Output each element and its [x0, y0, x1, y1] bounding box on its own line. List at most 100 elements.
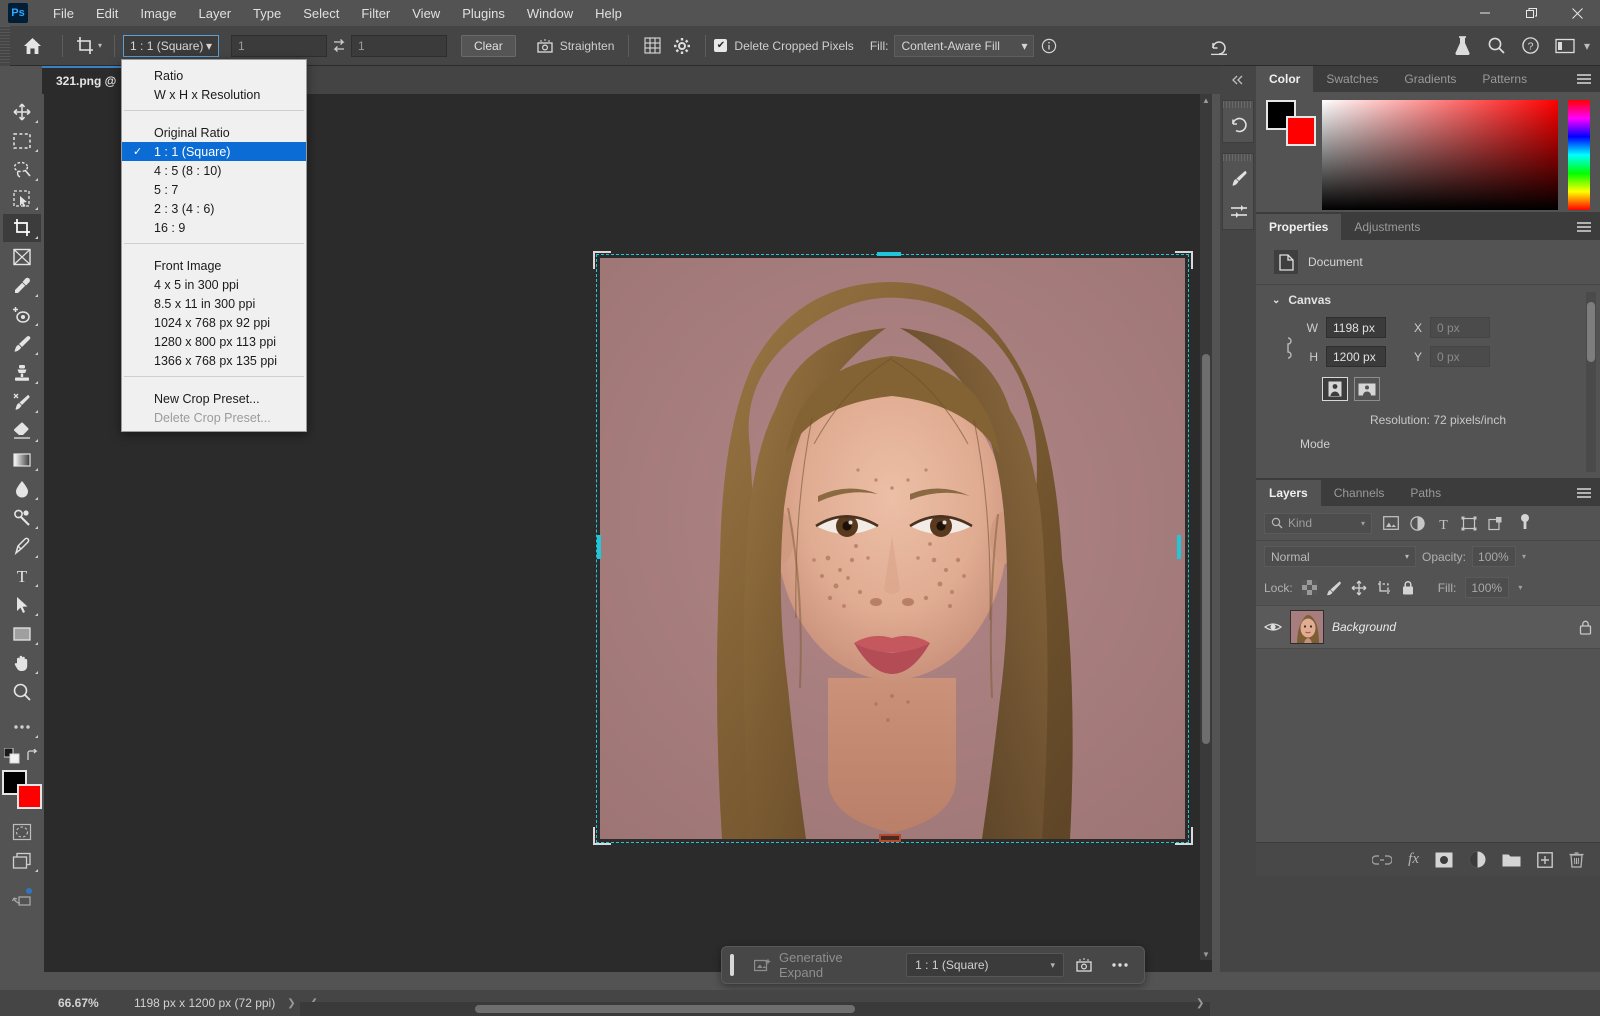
layer-filter-kind-select[interactable]: Kind ▾	[1264, 512, 1372, 534]
tool-flyout-indicator[interactable]	[35, 555, 38, 558]
menu-edit[interactable]: Edit	[85, 2, 129, 25]
tool-flyout-indicator[interactable]	[35, 671, 38, 674]
menu-window[interactable]: Window	[516, 2, 584, 25]
new-group-icon[interactable]	[1502, 852, 1521, 867]
swap-width-height-icon[interactable]	[327, 34, 351, 58]
workspace-icon[interactable]	[1550, 31, 1580, 61]
dropdown-item-1366x768px[interactable]: 1366 x 768 px 135 ppi	[122, 351, 306, 370]
edit-toolbar-tool[interactable]	[3, 713, 41, 741]
opacity-input[interactable]: 100%	[1472, 546, 1517, 567]
crop-width-input[interactable]: 1	[231, 34, 328, 57]
straighten-label[interactable]: Straighten	[560, 39, 615, 53]
scrollbar-thumb[interactable]	[475, 1005, 855, 1013]
zoom-tool[interactable]	[3, 678, 41, 706]
tool-flyout-indicator[interactable]	[35, 526, 38, 529]
flask-icon[interactable]	[1448, 31, 1478, 61]
background-color-swatch[interactable]	[1286, 116, 1316, 146]
close-button[interactable]	[1554, 0, 1600, 26]
status-expand-icon[interactable]: ❯	[287, 998, 295, 1009]
crop-height-input[interactable]: 1	[351, 34, 448, 57]
tool-flyout-indicator[interactable]	[35, 613, 38, 616]
crop-ratio-select[interactable]: 1 : 1 (Square) ▾	[123, 34, 220, 57]
tool-flyout-indicator[interactable]	[35, 735, 38, 738]
zoom-level[interactable]: 66.67%	[44, 996, 124, 1010]
canvas-vertical-scrollbar[interactable]: ▲ ▼	[1200, 94, 1212, 960]
portrait-orientation-icon[interactable]	[1322, 377, 1348, 401]
dropdown-item-1280x800px[interactable]: 1280 x 800 px 113 ppi	[122, 332, 306, 351]
panel-menu-icon[interactable]	[1576, 214, 1592, 240]
reset-icon[interactable]	[1204, 31, 1234, 61]
scroll-up-icon[interactable]: ▲	[1200, 94, 1212, 106]
fill-input[interactable]: 100%	[1465, 577, 1510, 598]
filter-adjustment-icon[interactable]	[1404, 512, 1430, 534]
fx-icon[interactable]: fx	[1408, 851, 1419, 868]
dropdown-item-1-1-square[interactable]: ✓ 1 : 1 (Square)	[122, 142, 306, 161]
crop-tool-indicator[interactable]: ▾	[71, 34, 106, 58]
spot-healing-brush-tool[interactable]	[3, 301, 41, 329]
scrollbar-thumb[interactable]	[1202, 354, 1210, 744]
layer-name[interactable]: Background	[1332, 620, 1571, 634]
canvas-section-header[interactable]: ⌄ Canvas	[1256, 285, 1600, 315]
crop-handle-top-right[interactable]	[1175, 251, 1193, 269]
fill-select[interactable]: Content-Aware Fill ▾	[894, 34, 1035, 57]
maximize-button[interactable]	[1508, 0, 1554, 26]
panel-menu-icon[interactable]	[1576, 480, 1592, 506]
quick-mask-icon[interactable]	[3, 818, 41, 846]
taskbar-ratio-select[interactable]: 1 : 1 (Square) ▾	[906, 953, 1065, 977]
crop-ratio-dropdown-menu[interactable]: Ratio W x H x Resolution Original Ratio …	[121, 59, 307, 432]
delete-layer-icon[interactable]	[1569, 851, 1584, 868]
dodge-tool[interactable]	[3, 504, 41, 532]
menu-layer[interactable]: Layer	[188, 2, 243, 25]
new-adjustment-icon[interactable]	[1469, 851, 1486, 868]
brush-settings-icon[interactable]	[1223, 161, 1255, 195]
tool-flyout-indicator[interactable]	[35, 352, 38, 355]
dropdown-item-wxhxresolution[interactable]: W x H x Resolution	[122, 85, 306, 104]
filter-shape-icon[interactable]	[1456, 512, 1482, 534]
image-canvas[interactable]	[600, 258, 1185, 839]
link-dimensions-icon[interactable]	[1282, 335, 1294, 361]
tab-properties[interactable]: Properties	[1256, 214, 1342, 240]
home-icon[interactable]	[10, 26, 54, 66]
taskbar-straighten-icon[interactable]	[1068, 951, 1100, 979]
lock-transparency-icon[interactable]	[1301, 580, 1317, 595]
minimize-button[interactable]	[1462, 0, 1508, 26]
tool-flyout-indicator[interactable]	[35, 149, 38, 152]
clone-stamp-tool[interactable]	[3, 359, 41, 387]
scrollbar-thumb[interactable]	[1587, 302, 1595, 362]
generative-expand-button[interactable]: Generative Expand	[744, 950, 900, 980]
tool-flyout-indicator[interactable]	[35, 642, 38, 645]
tab-gradients[interactable]: Gradients	[1391, 66, 1470, 92]
tool-flyout-indicator[interactable]	[35, 497, 38, 500]
crop-handle-bottom-center[interactable]	[879, 834, 901, 842]
panel-menu-icon[interactable]	[1576, 66, 1592, 92]
dropdown-item-16-9[interactable]: 16 : 9	[122, 218, 306, 237]
dropdown-item-2-3[interactable]: 2 : 3 (4 : 6)	[122, 199, 306, 218]
adjustments-sliders-icon[interactable]	[1223, 195, 1255, 229]
chevron-down-icon[interactable]: ⌄	[1272, 295, 1280, 306]
chevron-down-icon[interactable]: ▾	[1584, 39, 1590, 53]
tab-paths[interactable]: Paths	[1397, 480, 1455, 506]
dropdown-item-front-image[interactable]: Front Image	[122, 256, 306, 275]
canvas-horizontal-scrollbar[interactable]	[300, 1002, 1210, 1016]
hue-slider[interactable]	[1568, 100, 1590, 210]
menu-image[interactable]: Image	[129, 2, 187, 25]
lock-artboard-icon[interactable]	[1376, 580, 1392, 596]
chevron-down-icon[interactable]: ▾	[1051, 960, 1056, 971]
menu-type[interactable]: Type	[242, 2, 292, 25]
object-selection-tool[interactable]	[3, 185, 41, 213]
tool-flyout-indicator[interactable]	[35, 410, 38, 413]
chevron-down-icon[interactable]: ▾	[206, 39, 212, 53]
layer-lock-icon[interactable]	[1579, 620, 1592, 635]
tool-flyout-indicator[interactable]	[35, 294, 38, 297]
tab-color[interactable]: Color	[1256, 66, 1314, 92]
lock-all-icon[interactable]	[1401, 580, 1415, 596]
lock-position-icon[interactable]	[1351, 580, 1367, 596]
options-bar-grip[interactable]	[0, 25, 10, 66]
tool-flyout-indicator[interactable]	[35, 323, 38, 326]
menu-view[interactable]: View	[401, 2, 451, 25]
link-layers-icon[interactable]	[1372, 854, 1393, 866]
marquee-tool[interactable]	[3, 127, 41, 155]
chevron-down-icon[interactable]: ▾	[1522, 552, 1526, 561]
type-tool[interactable]: T	[3, 562, 41, 590]
filter-type-icon[interactable]: T	[1430, 512, 1456, 534]
